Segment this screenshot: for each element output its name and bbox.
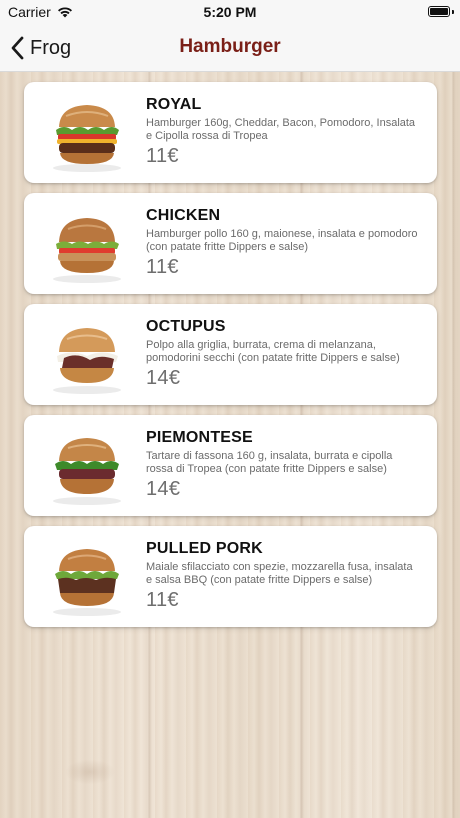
menu-item-octupus[interactable]: OCTUPUS Polpo alla griglia, burrata, cre… xyxy=(24,304,437,405)
burger-image xyxy=(53,218,121,283)
menu-list: ROYAL Hamburger 160g, Cheddar, Bacon, Po… xyxy=(24,82,437,637)
item-name: ROYAL xyxy=(146,96,202,113)
item-price: 14€ xyxy=(146,478,181,500)
battery-fill xyxy=(430,8,448,15)
battery-icon xyxy=(428,6,450,17)
burger-image xyxy=(53,328,121,394)
page-title: Hamburger xyxy=(179,36,281,57)
item-name: OCTUPUS xyxy=(146,318,226,335)
item-price: 11€ xyxy=(146,145,179,167)
status-time: 5:20 PM xyxy=(203,4,257,20)
burger-image xyxy=(53,438,121,505)
menu-item-chicken[interactable]: CHICKEN Hamburger pollo 160 g, maionese,… xyxy=(24,193,437,294)
navigation-bar: Frog Hamburger xyxy=(0,24,460,72)
menu-item-pulled-pork[interactable]: PULLED PORK Maiale sfilacciato con spezi… xyxy=(24,526,437,627)
menu-item-royal[interactable]: ROYAL Hamburger 160g, Cheddar, Bacon, Po… xyxy=(24,82,437,183)
item-description: Tartare di fassona 160 g, insalata, burr… xyxy=(146,450,393,475)
burger-image xyxy=(53,105,121,172)
item-name: PIEMONTESE xyxy=(146,429,253,446)
burger-image xyxy=(53,549,121,616)
item-name: PULLED PORK xyxy=(146,540,263,557)
status-bar: Carrier 5:20 PM xyxy=(0,0,460,24)
item-description: Maiale sfilacciato con spezie, mozzarell… xyxy=(146,561,413,586)
battery-tip xyxy=(452,10,454,14)
item-description: Hamburger 160g, Cheddar, Bacon, Pomodoro… xyxy=(146,117,416,142)
menu-item-piemontese[interactable]: PIEMONTESE Tartare di fassona 160 g, ins… xyxy=(24,415,437,516)
item-description: Polpo alla griglia, burrata, crema di me… xyxy=(146,339,400,364)
item-name: CHICKEN xyxy=(146,207,221,224)
item-description: Hamburger pollo 160 g, maionese, insalat… xyxy=(146,228,418,253)
item-price: 11€ xyxy=(146,589,179,611)
item-price: 14€ xyxy=(146,367,181,389)
item-price: 11€ xyxy=(146,256,179,278)
